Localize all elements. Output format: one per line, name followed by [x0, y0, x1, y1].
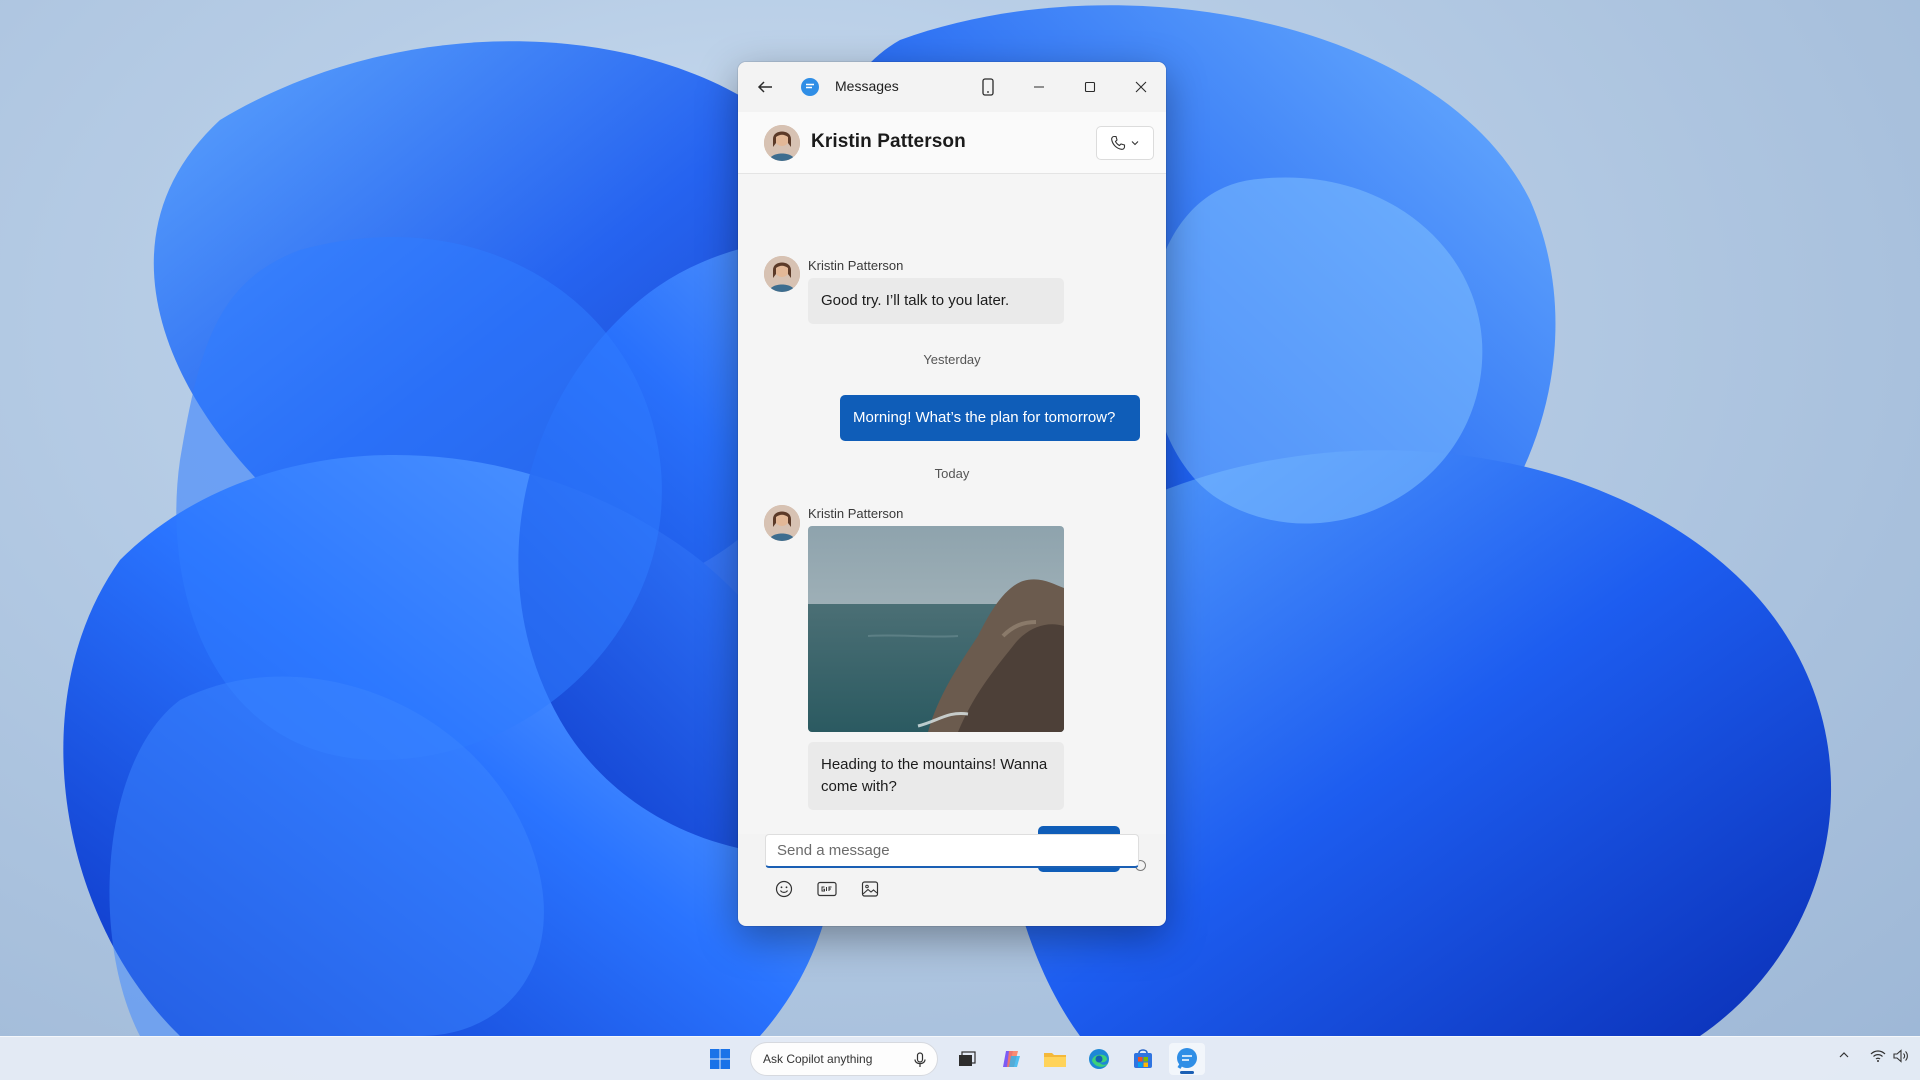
folder-icon	[1044, 1053, 1066, 1067]
close-button[interactable]	[1118, 62, 1164, 112]
taskbar-search[interactable]: Ask Copilot anything	[750, 1042, 938, 1076]
speaker-icon	[1893, 1049, 1908, 1063]
phone-device-icon	[982, 78, 994, 96]
gif-icon	[817, 881, 837, 897]
composer-toolbar	[773, 878, 881, 900]
edge-browser-button[interactable]	[1081, 1043, 1117, 1075]
sender-avatar	[764, 256, 800, 292]
message-bubble-outgoing[interactable]: Morning! What’s the plan for tomorrow?	[840, 395, 1140, 441]
task-view-button[interactable]	[949, 1043, 985, 1075]
active-app-indicator	[1180, 1071, 1194, 1074]
wifi-icon	[1870, 1050, 1886, 1062]
file-explorer-button[interactable]	[1037, 1043, 1073, 1075]
gif-button[interactable]	[816, 878, 838, 900]
emoji-icon	[775, 880, 793, 898]
messages-app-icon	[801, 78, 819, 96]
message-thread: Kristin Patterson Good try. I’ll talk to…	[738, 174, 1166, 872]
maximize-icon	[1084, 81, 1096, 93]
image-button[interactable]	[859, 878, 881, 900]
contact-name: Kristin Patterson	[811, 131, 966, 152]
chevron-up-icon[interactable]	[1838, 1049, 1850, 1061]
minimize-icon	[1034, 86, 1044, 88]
network-status[interactable]	[1870, 1049, 1886, 1063]
start-button[interactable]	[702, 1043, 738, 1075]
search-placeholder: Ask Copilot anything	[763, 1052, 873, 1066]
copilot-icon	[1003, 1051, 1020, 1067]
message-composer[interactable]	[765, 834, 1139, 868]
store-icon	[1134, 1049, 1152, 1068]
title-bar: Messages	[738, 62, 1166, 112]
image-attach-icon	[861, 881, 879, 897]
app-title: Messages	[835, 78, 899, 94]
contact-avatar[interactable]	[764, 125, 800, 161]
message-sender: Kristin Patterson	[808, 506, 904, 521]
maximize-button[interactable]	[1067, 62, 1113, 112]
edge-browser-icon	[1089, 1049, 1109, 1069]
task-view-icon	[959, 1051, 976, 1066]
messages-app-icon	[1177, 1048, 1197, 1069]
message-bubble-incoming[interactable]: Good try. I’ll talk to you later.	[808, 278, 1064, 324]
system-tray	[1838, 1049, 1850, 1061]
copilot-button[interactable]	[993, 1043, 1029, 1075]
microphone-icon[interactable]	[913, 1052, 927, 1068]
conversation-header: Kristin Patterson	[738, 112, 1166, 174]
windows-logo-icon	[710, 1049, 730, 1069]
message-input[interactable]	[766, 835, 1138, 866]
message-text-line: Heading to the mountains! Wanna	[821, 756, 1048, 773]
minimize-button[interactable]	[1016, 62, 1062, 112]
sender-avatar	[764, 505, 800, 541]
message-bubble-incoming[interactable]: Heading to the mountains! Wanna come wit…	[808, 742, 1064, 810]
store-button[interactable]	[1125, 1043, 1161, 1075]
phone-call-icon	[1111, 135, 1126, 150]
call-button[interactable]	[1096, 126, 1154, 160]
chevron-down-icon	[1131, 141, 1139, 146]
date-separator: Today	[934, 466, 970, 481]
messages-taskbar-button[interactable]	[1169, 1043, 1205, 1075]
messages-window: Messages Kristin Patterson Kristin Patte…	[738, 62, 1166, 926]
volume-status[interactable]	[1893, 1049, 1909, 1063]
date-separator: Yesterday	[923, 352, 981, 367]
attached-photo[interactable]	[808, 526, 1064, 732]
taskbar: Ask Copilot anything	[0, 1036, 1920, 1080]
back-button[interactable]	[742, 62, 788, 112]
message-text-line: come with?	[821, 778, 897, 795]
message-sender: Kristin Patterson	[808, 258, 904, 273]
emoji-button[interactable]	[773, 878, 795, 900]
phone-link-button[interactable]	[965, 62, 1011, 112]
close-icon	[1135, 81, 1147, 93]
back-arrow-icon	[757, 81, 772, 93]
